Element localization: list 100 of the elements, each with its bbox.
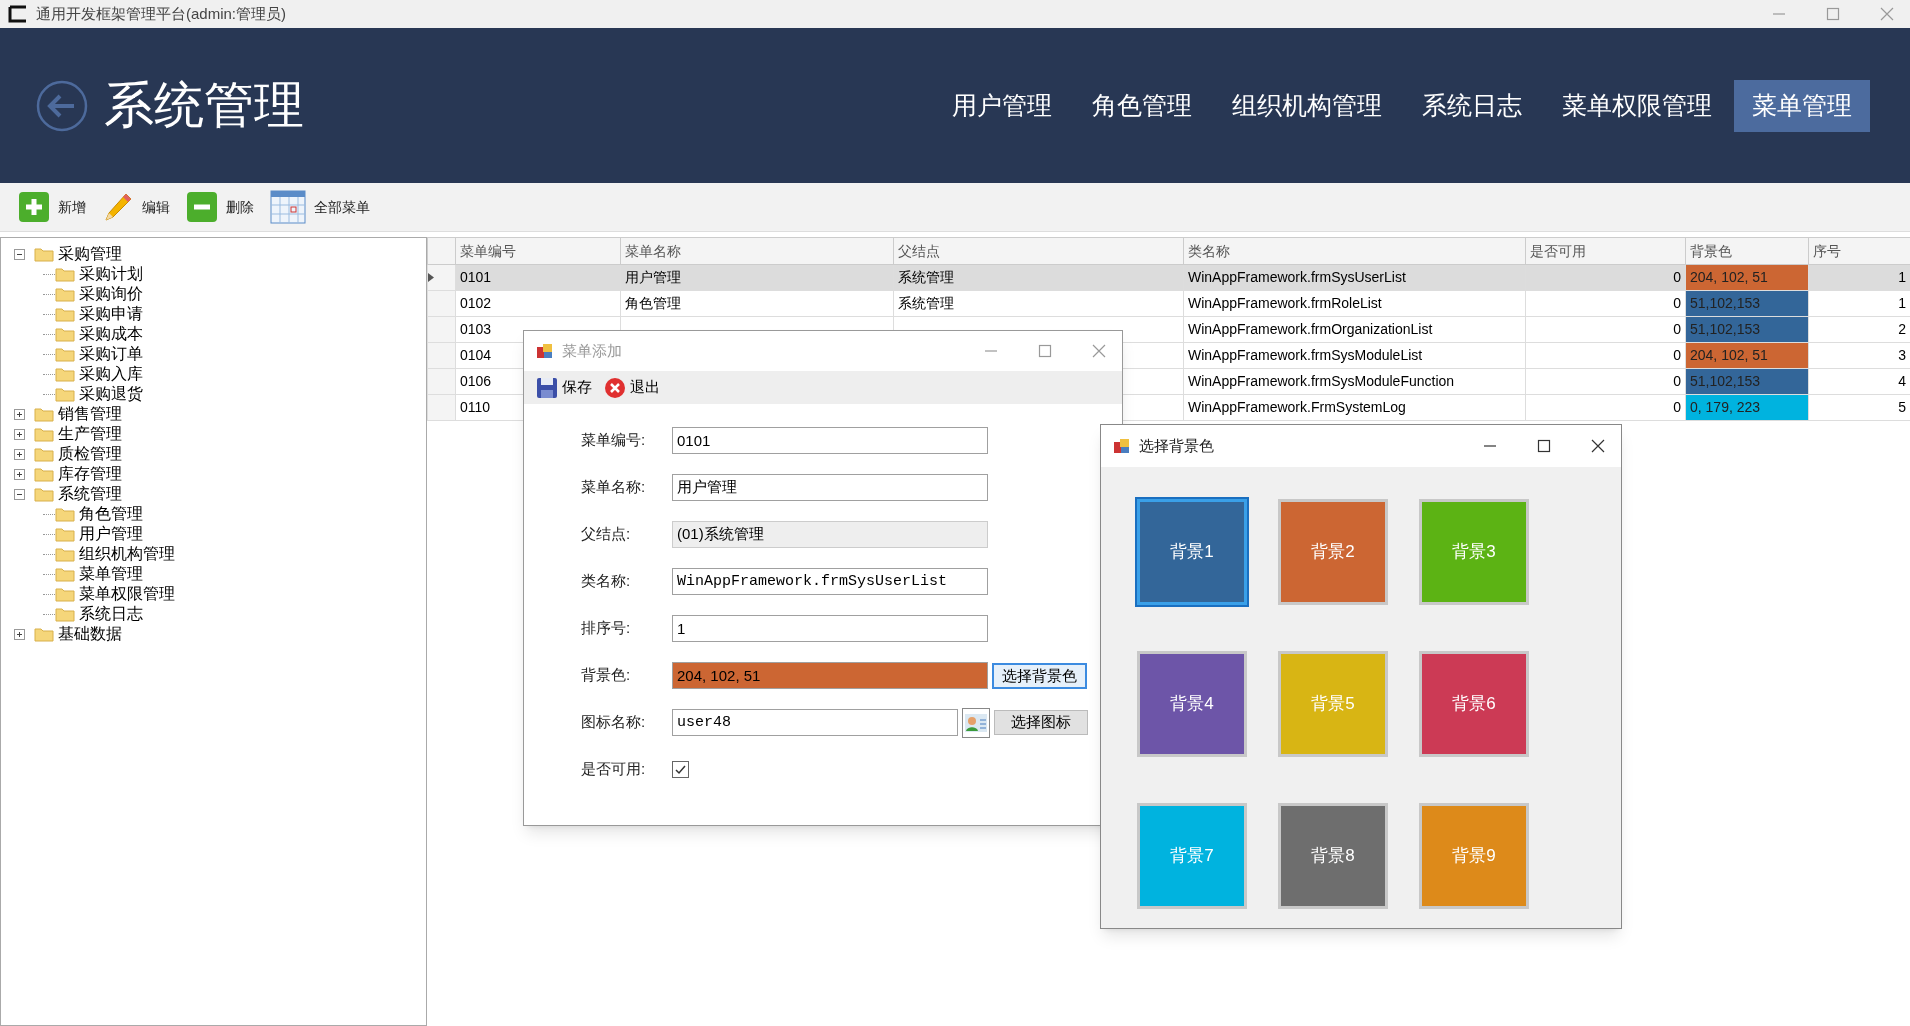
folder-icon (55, 366, 75, 382)
table-cell: 3 (1898, 347, 1906, 363)
color-swatch[interactable]: 背景6 (1419, 651, 1529, 757)
color-swatch[interactable]: 背景8 (1278, 803, 1388, 909)
tree-item[interactable]: 系统管理 (58, 484, 122, 504)
table-cell: 0106 (460, 373, 492, 389)
current-row-icon (428, 273, 434, 282)
color-field[interactable]: 204, 102, 51 (672, 662, 988, 689)
toolbar-button[interactable]: 全部菜单 (270, 189, 370, 225)
folder-icon (55, 566, 75, 582)
text-field[interactable]: WinAppFramework.frmSysUserList (672, 568, 988, 595)
expand-icon[interactable] (14, 428, 25, 440)
tree-item[interactable]: 采购入库 (79, 364, 143, 384)
table-cell: 0101 (460, 269, 492, 285)
table-cell: 0 (1673, 347, 1681, 363)
color-swatch[interactable]: 背景1 (1137, 499, 1247, 605)
table-cell: WinAppFramework.frmSysModuleFunction (1188, 373, 1455, 389)
choose-color-button[interactable]: 选择背景色 (992, 662, 1087, 689)
app-window-icon (1113, 437, 1131, 455)
table-cell: 0102 (460, 295, 492, 311)
expand-icon[interactable] (14, 468, 25, 480)
tree-item[interactable]: 菜单管理 (79, 564, 143, 584)
text-field[interactable]: 用户管理 (672, 474, 988, 501)
table-cell: 0 (1673, 269, 1681, 285)
tree-item[interactable]: 生产管理 (58, 424, 122, 444)
color-cell: 51,102,153 (1685, 316, 1809, 343)
table-cell: 系统管理 (898, 269, 954, 285)
column-header[interactable]: 背景色 (1685, 237, 1809, 265)
table-cell: 0 (1673, 399, 1681, 415)
expand-icon[interactable] (14, 408, 25, 420)
tree-item[interactable]: 角色管理 (79, 504, 143, 524)
tree-item[interactable]: 采购询价 (79, 284, 143, 304)
column-header[interactable]: 序号 (1808, 237, 1910, 265)
calendar-grid-icon (270, 189, 306, 225)
text-field[interactable]: user48 (672, 709, 958, 736)
tree-item[interactable]: 采购计划 (79, 264, 143, 284)
folder-icon (55, 346, 75, 362)
text-field[interactable]: 0101 (672, 427, 988, 454)
column-header[interactable]: 菜单名称 (620, 237, 894, 265)
tree-item[interactable]: 销售管理 (58, 404, 122, 424)
tree-item[interactable]: 系统日志 (79, 604, 143, 624)
table-cell: WinAppFramework.frmSysUserList (1188, 269, 1406, 285)
nav-tab[interactable]: 用户管理 (934, 79, 1070, 132)
tree-item[interactable]: 用户管理 (79, 524, 143, 544)
tree-item[interactable]: 采购退货 (79, 384, 143, 404)
tree-item[interactable]: 采购管理 (58, 244, 122, 264)
expand-icon[interactable] (14, 628, 25, 640)
folder-icon (55, 606, 75, 622)
folder-icon (34, 466, 54, 482)
tree-item[interactable]: 基础数据 (58, 624, 122, 644)
table-cell: 0 (1673, 295, 1681, 311)
expand-icon[interactable] (14, 448, 25, 460)
color-swatch[interactable]: 背景2 (1278, 499, 1388, 605)
tree-item[interactable]: 菜单权限管理 (79, 584, 175, 604)
toolbar-button[interactable]: 编辑 (102, 191, 170, 223)
field-label: 背景色: (580, 665, 632, 686)
color-swatch[interactable]: 背景4 (1137, 651, 1247, 757)
close-icon[interactable] (1591, 439, 1605, 453)
app-window-icon (536, 342, 554, 360)
nav-tab[interactable]: 菜单管理 (1734, 79, 1870, 132)
column-header[interactable]: 菜单编号 (455, 237, 621, 265)
tree-item[interactable]: 库存管理 (58, 464, 122, 484)
folder-icon (55, 386, 75, 402)
folder-icon (55, 546, 75, 562)
collapse-icon[interactable] (14, 488, 25, 500)
tree-item[interactable]: 采购订单 (79, 344, 143, 364)
nav-tab[interactable]: 菜单权限管理 (1544, 79, 1730, 132)
app-logo-icon (8, 5, 28, 23)
choose-icon-button[interactable]: 选择图标 (994, 710, 1088, 735)
table-row[interactable]: 0102 角色管理 系统管理 WinAppFramework.frmRoleList 0 51,102,153 1 (427, 290, 1910, 317)
toolbar-button[interactable]: 新增 (18, 191, 86, 223)
checkbox[interactable] (672, 761, 689, 778)
nav-tab[interactable]: 组织机构管理 (1214, 79, 1400, 132)
check-icon (674, 763, 687, 776)
page-title: 系统管理 (104, 76, 304, 135)
minus-icon (186, 191, 218, 223)
nav-tab[interactable]: 角色管理 (1074, 79, 1210, 132)
field-label: 父结点: (580, 524, 632, 545)
tree-item[interactable]: 质检管理 (58, 444, 122, 464)
toolbar-button[interactable]: 删除 (186, 191, 254, 223)
table-cell: 用户管理 (625, 269, 681, 285)
tree-item[interactable]: 采购成本 (79, 324, 143, 344)
user-card-icon (962, 707, 990, 738)
collapse-icon[interactable] (14, 248, 25, 260)
table-cell: 0110 (460, 399, 491, 415)
column-header[interactable]: 是否可用 (1525, 237, 1686, 265)
dialog-title: 菜单添加 (562, 340, 622, 361)
column-header[interactable]: 类名称 (1183, 237, 1526, 265)
tree-item[interactable]: 组织机构管理 (79, 544, 175, 564)
nav-tab[interactable]: 系统日志 (1404, 79, 1540, 132)
maximize-icon[interactable] (1537, 439, 1551, 453)
folder-icon (55, 306, 75, 322)
table-row[interactable]: 0101 用户管理 系统管理 WinAppFramework.frmSysUserList 0 204, 102, 51 1 (427, 264, 1910, 291)
folder-icon (34, 486, 54, 502)
table-cell: WinAppFramework.frmOrganizationList (1188, 321, 1433, 337)
column-header[interactable]: 父结点 (893, 237, 1184, 265)
field-label: 是否可用: (580, 759, 647, 780)
text-field[interactable]: 1 (672, 615, 988, 642)
tree-item[interactable]: 采购申请 (79, 304, 143, 324)
table-cell: WinAppFramework.frmSysModuleList (1188, 347, 1423, 363)
